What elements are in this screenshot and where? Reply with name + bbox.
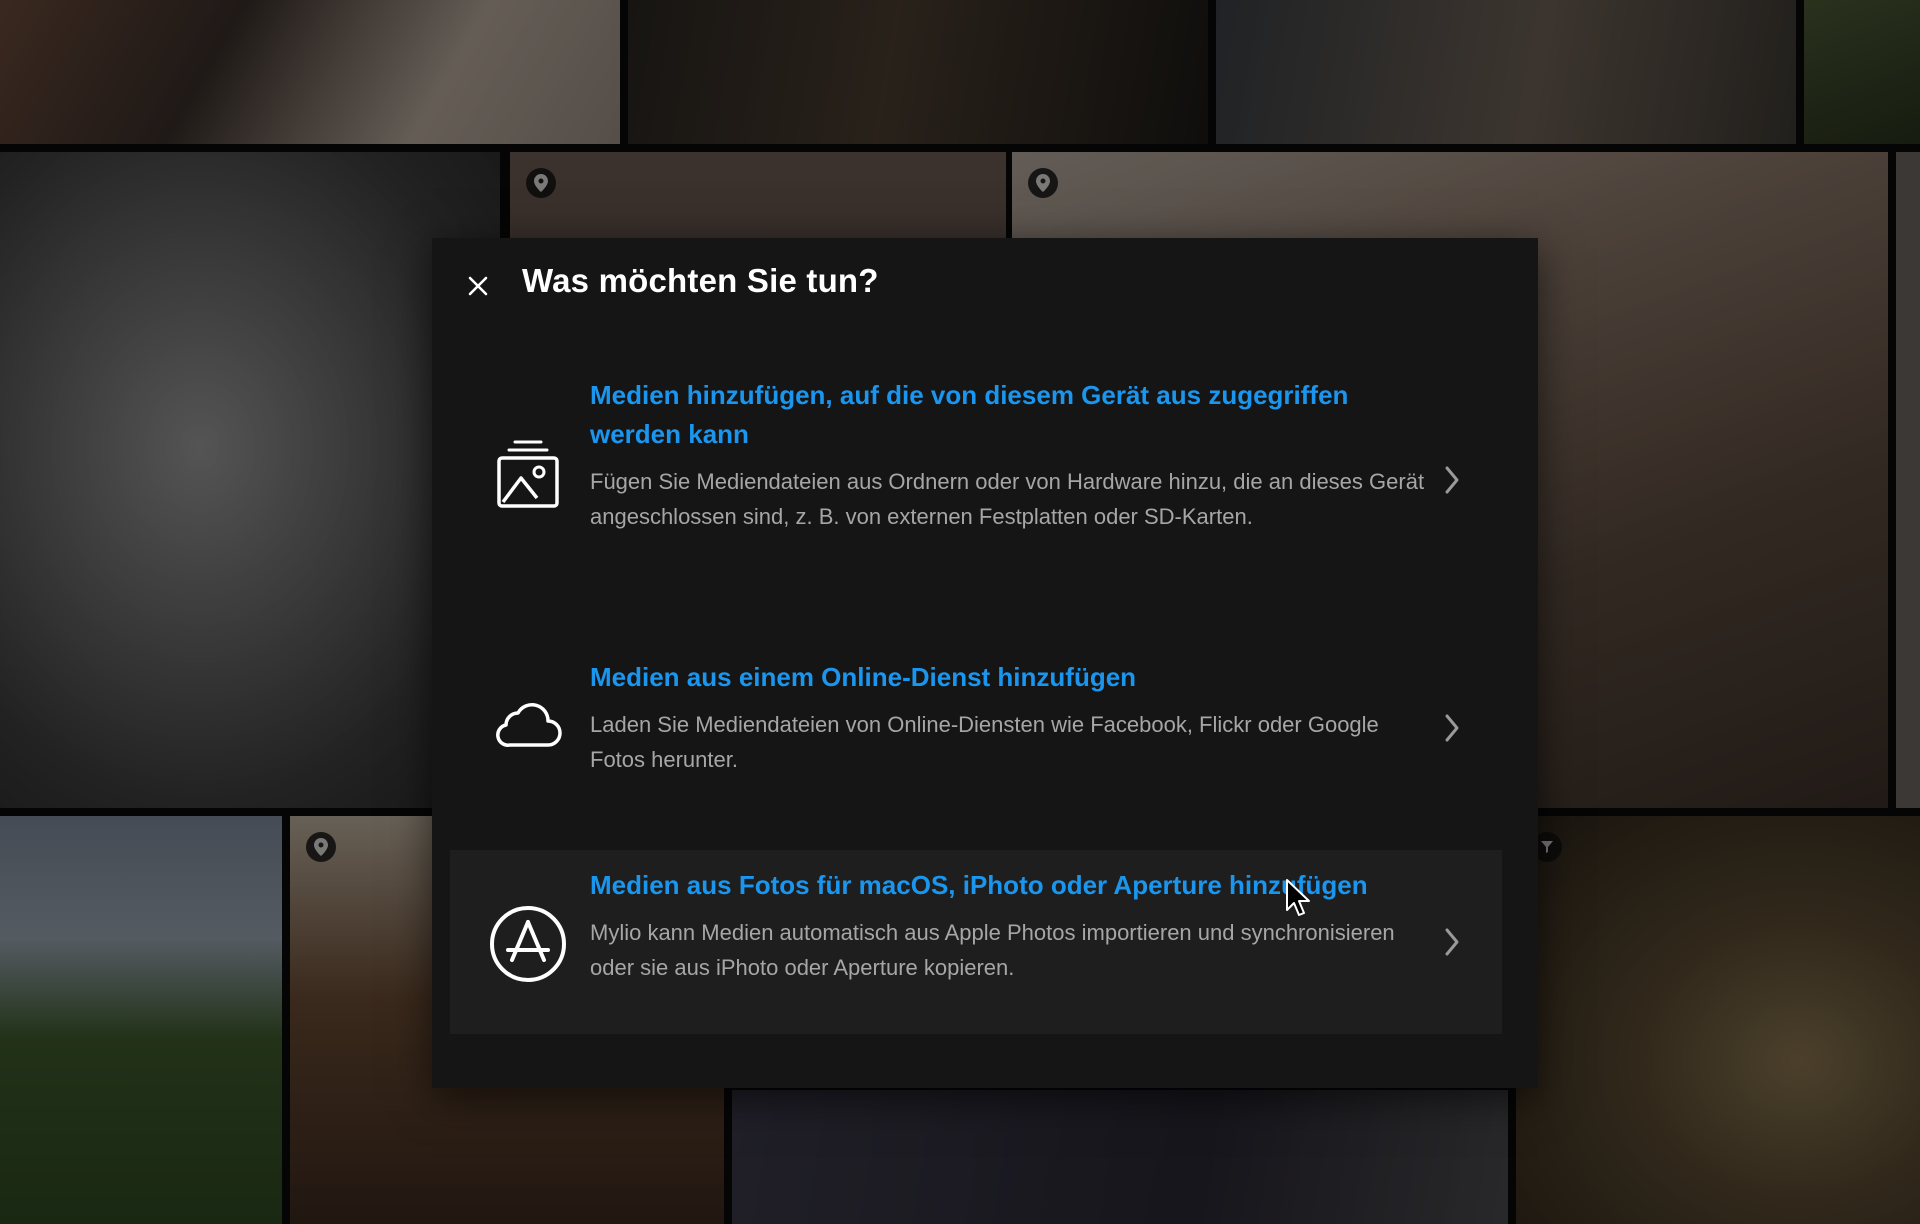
mouse-cursor-icon xyxy=(1286,879,1310,916)
chevron-right-icon xyxy=(1440,924,1464,960)
add-media-dialog: Was möchten Sie tun? Medien hinzufügen, … xyxy=(432,238,1538,1088)
option-description: Fügen Sie Mediendateien aus Ordnern oder… xyxy=(590,469,1425,529)
chevron-right-icon xyxy=(1440,462,1464,498)
option-text: Medien hinzufügen, auf die von diesem Ge… xyxy=(590,376,1430,534)
option-description: Laden Sie Mediendateien von Online-Diens… xyxy=(590,712,1379,772)
option-description: Mylio kann Medien automatisch aus Apple … xyxy=(590,920,1395,980)
chevron-right-icon xyxy=(1440,710,1464,746)
option-online-service[interactable]: Medien aus einem Online-Dienst hinzufüge… xyxy=(450,658,1502,808)
close-icon xyxy=(468,276,488,296)
dialog-header: Was möchten Sie tun? xyxy=(432,238,1538,328)
app-store-icon xyxy=(486,902,570,986)
media-stack-icon xyxy=(486,432,570,516)
cloud-icon xyxy=(486,682,570,766)
option-title: Medien aus einem Online-Dienst hinzufüge… xyxy=(590,662,1137,692)
option-apple-photos[interactable]: Medien aus Fotos für macOS, iPhoto oder … xyxy=(450,850,1502,1034)
option-local-media[interactable]: Medien hinzufügen, auf die von diesem Ge… xyxy=(450,376,1502,586)
dialog-title: Was möchten Sie tun? xyxy=(522,262,879,299)
option-text: Medien aus einem Online-Dienst hinzufüge… xyxy=(590,658,1430,777)
option-title: Medien hinzufügen, auf die von diesem Ge… xyxy=(590,380,1349,449)
close-button[interactable] xyxy=(458,266,498,306)
